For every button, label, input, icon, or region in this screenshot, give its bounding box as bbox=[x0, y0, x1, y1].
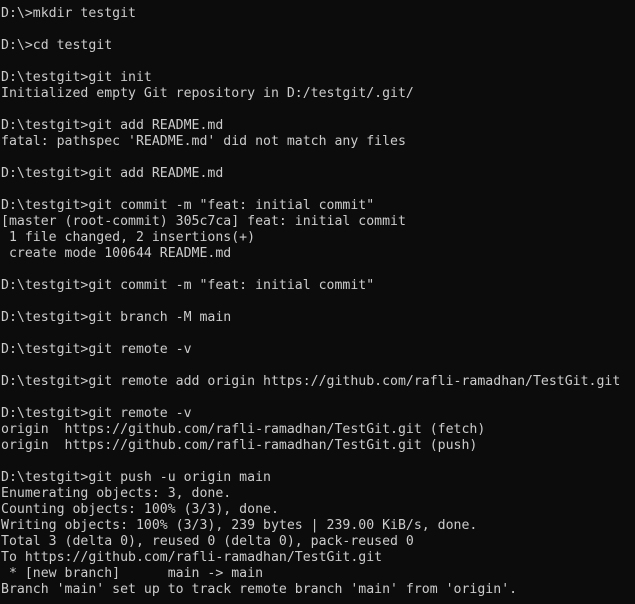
terminal-line: D:\testgit>git push -u origin main bbox=[1, 470, 271, 485]
terminal-line: D:\testgit>git add README.md bbox=[1, 118, 224, 133]
terminal-line: D:\testgit>git remote -v bbox=[1, 342, 192, 357]
terminal-line: D:\testgit>git branch -M main bbox=[1, 310, 232, 325]
terminal-line: D:\testgit>git remote -v bbox=[1, 406, 192, 421]
terminal-line: Counting objects: 100% (3/3), done. bbox=[1, 502, 279, 517]
terminal-line: To https://github.com/rafli-ramadhan/Tes… bbox=[1, 550, 383, 565]
terminal-line: 1 file changed, 2 insertions(+) bbox=[1, 230, 256, 245]
terminal-line: Total 3 (delta 0), reused 0 (delta 0), p… bbox=[1, 534, 414, 549]
terminal-line: D:\>cd testgit bbox=[1, 38, 113, 53]
terminal-line: D:\testgit>git init bbox=[1, 70, 152, 85]
terminal-line: create mode 100644 README.md bbox=[1, 246, 232, 261]
terminal-line: Branch 'main' set up to track remote bra… bbox=[1, 582, 518, 597]
terminal-line: D:\testgit>git commit -m "feat: initial … bbox=[1, 198, 375, 213]
terminal-line: fatal: pathspec 'README.md' did not matc… bbox=[1, 134, 406, 149]
terminal-line: [master (root-commit) 305c7ca] feat: ini… bbox=[1, 214, 406, 229]
terminal-output[interactable]: D:\>mkdir testgit D:\>cd testgit D:\test… bbox=[0, 0, 635, 604]
terminal-line: origin https://github.com/rafli-ramadhan… bbox=[1, 438, 478, 453]
terminal-line: D:\>mkdir testgit bbox=[1, 6, 136, 21]
terminal-line: Initialized empty Git repository in D:/t… bbox=[1, 86, 414, 101]
terminal-line: Enumerating objects: 3, done. bbox=[1, 486, 232, 501]
terminal-line: Writing objects: 100% (3/3), 239 bytes |… bbox=[1, 518, 478, 533]
terminal-line: D:\testgit>git remote add origin https:/… bbox=[1, 374, 621, 389]
terminal-line: D:\testgit>git commit -m "feat: initial … bbox=[1, 278, 375, 293]
terminal-line: D:\testgit>git add README.md bbox=[1, 166, 224, 181]
terminal-line: * [new branch] main -> main bbox=[1, 566, 264, 581]
terminal-line: origin https://github.com/rafli-ramadhan… bbox=[1, 422, 486, 437]
